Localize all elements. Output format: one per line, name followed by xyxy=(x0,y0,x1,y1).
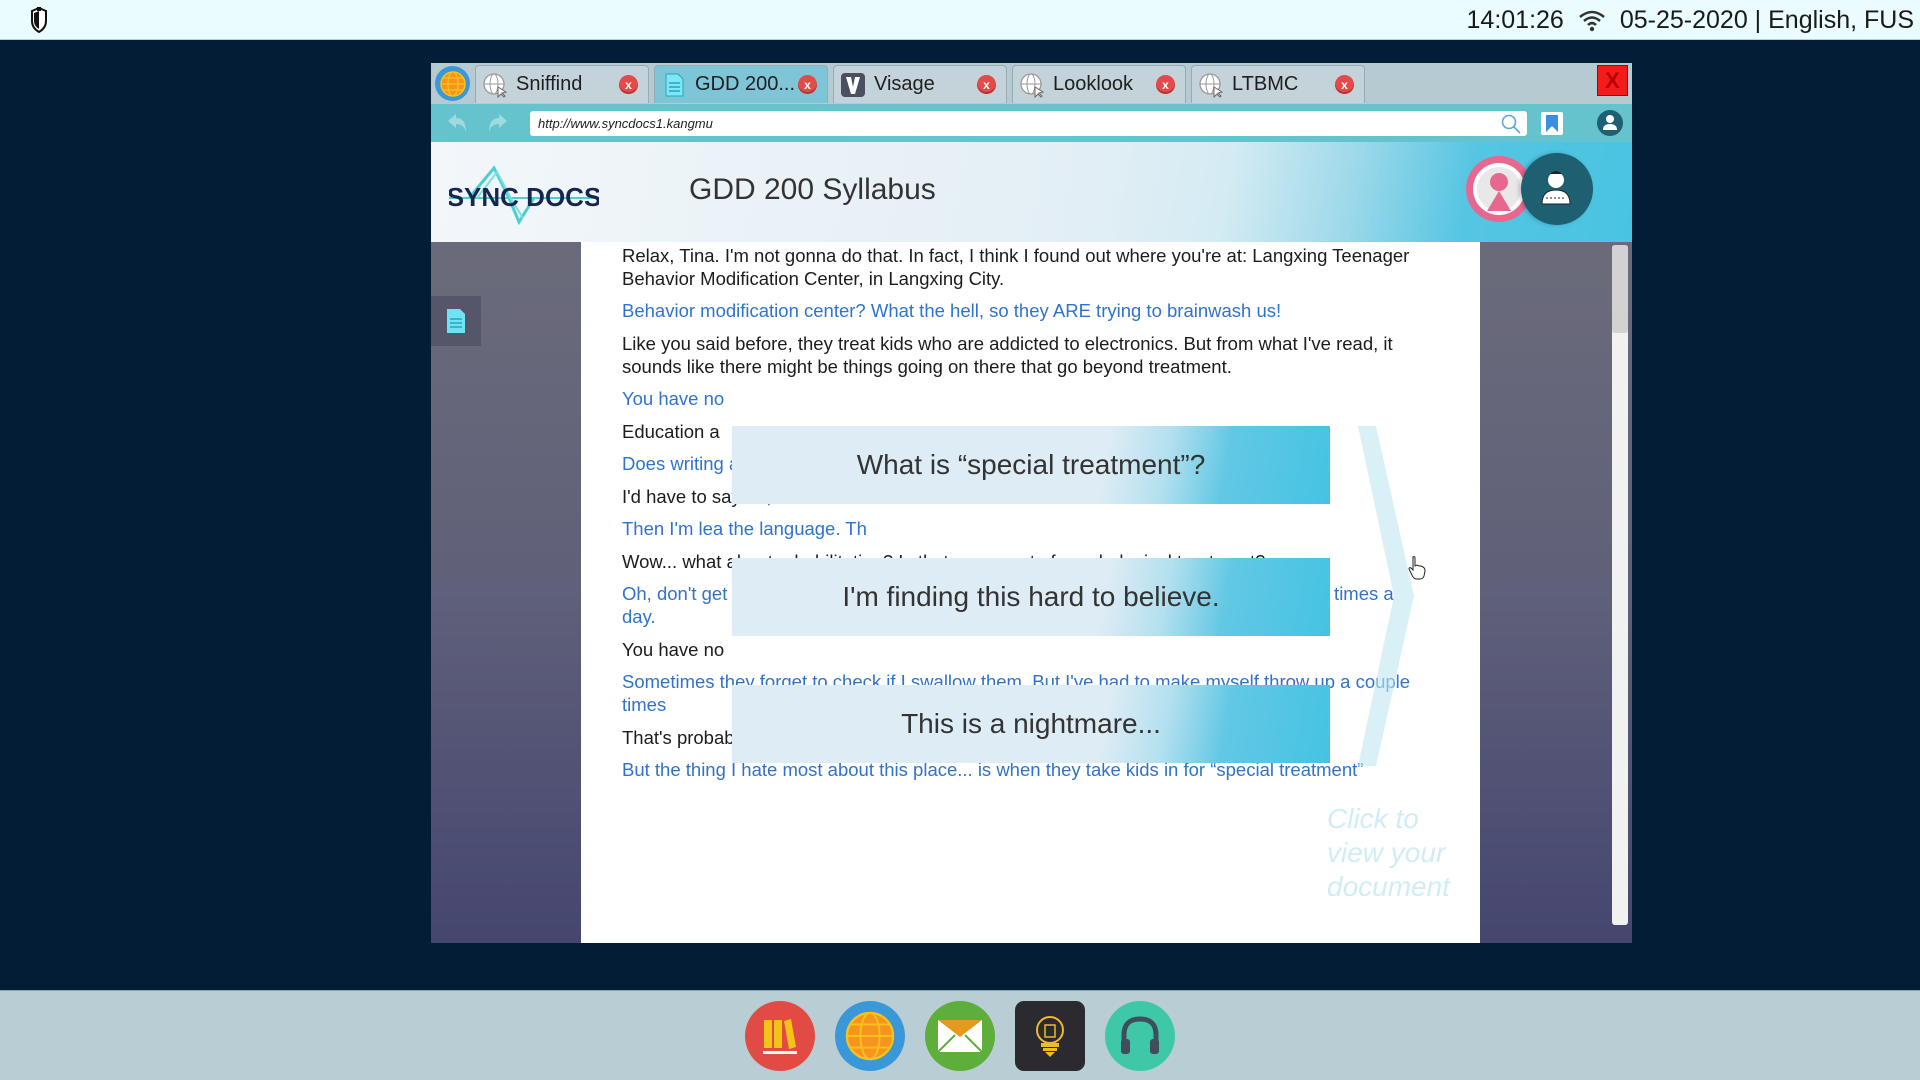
tab-label: Looklook xyxy=(1053,73,1134,95)
message-contact: Behavior modification center? What the h… xyxy=(622,300,1282,321)
globe-icon xyxy=(845,1011,895,1061)
tab-close-button[interactable]: x xyxy=(619,75,638,94)
back-arrow-icon[interactable] xyxy=(446,112,470,134)
message-contact: Then I'm lea the language. Th xyxy=(622,518,867,539)
browser-home-button[interactable] xyxy=(435,66,470,101)
books-icon xyxy=(763,1019,797,1054)
tab-gdd-200[interactable]: GDD 200... x xyxy=(654,65,828,103)
choice-label: I'm finding this hard to believe. xyxy=(842,581,1220,612)
page-title: GDD 200 Syllabus xyxy=(689,173,936,206)
logo-text: SYNC DOCS xyxy=(449,182,599,212)
choice-label: This is a nightmare... xyxy=(901,708,1161,739)
view-document-hint[interactable]: Click to view your document xyxy=(1327,802,1467,904)
web-globe-icon xyxy=(1020,72,1045,98)
navigation-bar: http://www.syncdocs1.kangmu xyxy=(431,104,1632,142)
web-globe-icon xyxy=(1199,72,1224,98)
date-locale: 05-25-2020 | English, FUS xyxy=(1619,5,1914,34)
choice-label: What is “special treatment”? xyxy=(856,449,1206,480)
message-player: You have no xyxy=(622,638,725,660)
tab-bar: Sniffind x GDD 200... x Visage x Lookloo… xyxy=(431,63,1632,104)
tab-label: Sniffind xyxy=(516,73,583,95)
window-close-button[interactable]: X xyxy=(1597,65,1628,96)
right-panel xyxy=(1480,242,1632,943)
web-globe-icon xyxy=(483,72,508,98)
dock-music[interactable] xyxy=(1105,1001,1175,1071)
choice-nightmare[interactable]: This is a nightmare... xyxy=(732,685,1330,763)
wifi-icon[interactable] xyxy=(1578,8,1606,32)
document-icon xyxy=(447,309,465,333)
tab-close-button[interactable]: x xyxy=(977,75,996,94)
taskbar-dock xyxy=(0,990,1920,1080)
system-bar: 14:01:26 05-25-2020 | English, FUS xyxy=(0,0,1920,40)
search-icon[interactable] xyxy=(1501,114,1521,134)
tab-close-button[interactable]: x xyxy=(798,75,817,94)
choice-special-treatment[interactable]: What is “special treatment”? xyxy=(732,426,1330,504)
shield-icon[interactable] xyxy=(30,7,48,33)
view-document-arrow-icon[interactable] xyxy=(1356,426,1416,766)
tab-close-button[interactable]: x xyxy=(1156,75,1175,94)
forward-arrow-icon[interactable] xyxy=(485,112,509,134)
tab-sniffind[interactable]: Sniffind x xyxy=(475,65,649,103)
document-scrollbar[interactable] xyxy=(1612,245,1628,925)
choice-hard-to-believe[interactable]: I'm finding this hard to believe. xyxy=(732,558,1330,636)
visage-v-icon xyxy=(841,72,865,97)
tab-label: Visage xyxy=(874,73,935,95)
hand-cursor-icon xyxy=(1408,556,1426,580)
user-profile-button[interactable] xyxy=(1597,110,1623,136)
tab-visage[interactable]: Visage x xyxy=(833,65,1007,103)
lightbulb-icon xyxy=(1036,1016,1064,1057)
headphones-icon xyxy=(1121,1016,1159,1054)
mail-icon xyxy=(937,1020,983,1053)
tab-label: GDD 200... xyxy=(695,73,796,95)
dock-mail[interactable] xyxy=(925,1001,995,1071)
bookmark-button[interactable] xyxy=(1541,112,1563,135)
message-player: Like you said before, they treat kids wh… xyxy=(622,332,1393,377)
sync-docs-logo[interactable]: SYNC DOCS xyxy=(449,160,599,228)
clock: 14:01:26 xyxy=(1466,5,1564,34)
bookmark-icon xyxy=(1546,115,1558,132)
tab-label: LTBMC xyxy=(1232,73,1299,95)
tab-looklook[interactable]: Looklook x xyxy=(1012,65,1186,103)
message-player: Relax, Tina. I'm not gonna do that. In f… xyxy=(622,244,1410,289)
message-contact: You have no xyxy=(622,388,725,409)
url-input[interactable]: http://www.syncdocs1.kangmu xyxy=(530,111,1527,136)
dock-library[interactable] xyxy=(745,1001,815,1071)
tab-close-button[interactable]: x xyxy=(1335,75,1354,94)
scrollbar-thumb[interactable] xyxy=(1612,245,1628,333)
document-icon xyxy=(665,73,684,96)
user-profile-icon xyxy=(1541,171,1571,205)
dock-ideas[interactable] xyxy=(1015,1001,1085,1071)
dock-browser[interactable] xyxy=(835,1001,905,1071)
user-profile-icon xyxy=(1603,115,1617,130)
left-tool-panel xyxy=(431,242,581,943)
person-icon xyxy=(1473,163,1525,215)
user-avatar[interactable] xyxy=(1521,153,1593,225)
globe-icon xyxy=(439,70,466,97)
site-header: SYNC DOCS GDD 200 Syllabus xyxy=(431,142,1632,242)
tab-ltbmc[interactable]: LTBMC x xyxy=(1191,65,1365,103)
url-text: http://www.syncdocs1.kangmu xyxy=(538,116,713,131)
document-tool-button[interactable] xyxy=(431,296,481,346)
